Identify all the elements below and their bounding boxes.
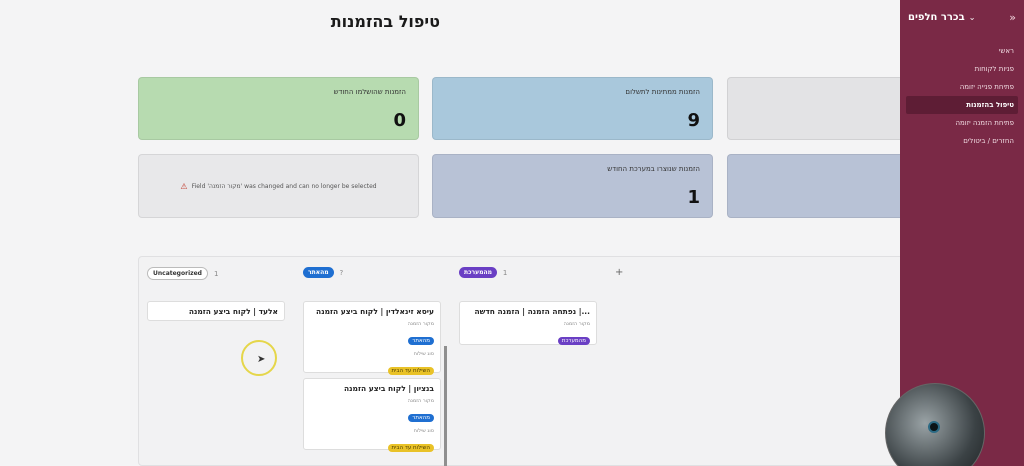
card-tag: מהאתר xyxy=(408,337,434,345)
card-field-label: מקור הזמנה xyxy=(407,398,434,404)
board-scrollbar[interactable] xyxy=(444,346,447,466)
warning-icon: ⚠ xyxy=(180,181,188,191)
stat-value: 9 xyxy=(687,110,700,131)
sidebar-nav: ראשי פניות לקוחות פתיחת פנייה יזומה טיפו… xyxy=(900,42,1024,150)
chevron-down-icon: ⌄ xyxy=(968,12,976,22)
kanban-card[interactable]: אלעד | לקוח ביצע הזמנה xyxy=(147,301,285,321)
card-tag: מהמערכת xyxy=(557,337,590,345)
stat-label: הזמנות שנוצרו במערכת החודש xyxy=(607,165,700,173)
column-pill: Uncategorized xyxy=(147,267,208,280)
card-field-label: סוג שילוח xyxy=(413,351,434,357)
column-header-uncategorized[interactable]: Uncategorized 1 xyxy=(147,267,218,280)
sidebar-item-open-order[interactable]: פתיחת הזמנה יזומה xyxy=(900,114,1024,132)
kanban-card[interactable]: עיסא זינאלדין | לקוח ביצע הזמנה מקור הזמ… xyxy=(303,301,441,375)
kanban-card[interactable]: ...| נפתחה הזמנה | הזמנה חדשה מקור הזמנה… xyxy=(459,301,597,345)
card-title: ...| נפתחה הזמנה | הזמנה חדשה xyxy=(474,307,590,316)
plus-icon: + xyxy=(615,267,624,278)
camera-icon xyxy=(928,421,940,433)
card-title: אלעד | לקוח ביצע הזמנה xyxy=(188,307,278,316)
stat-label: הזמנות שהושלמו החודש xyxy=(333,88,406,96)
card-field-label: מקור הזמנה xyxy=(407,321,434,327)
card-field-label: סוג שילוח xyxy=(413,428,434,434)
card-title: עיסא זינאלדין | לקוח ביצע הזמנה xyxy=(316,307,434,316)
column-count: 1 xyxy=(213,269,219,278)
add-column-button[interactable]: + xyxy=(615,267,623,278)
stat-value: 1 xyxy=(687,187,700,208)
warning-text: Field 'מקור הזמנה' was changed and can n… xyxy=(191,182,377,190)
stat-value: 0 xyxy=(393,110,406,131)
sidebar-item-returns[interactable]: החזרים / ביטולים xyxy=(900,132,1024,150)
stat-label: הזמנות ממתינות לתשלום xyxy=(625,88,700,96)
stat-card-from-system[interactable]: הזמנות שנוצרו במערכת החודש 1 xyxy=(432,154,713,218)
page-title: טיפול בהזמנות xyxy=(330,12,440,31)
column-pill: מהאתר xyxy=(303,267,334,278)
warning-message: ⚠ Field 'מקור הזמנה' was changed and can… xyxy=(180,182,376,191)
workspace-name: בכרר חלפים xyxy=(908,11,965,23)
sidebar-item-home[interactable]: ראשי xyxy=(900,42,1024,60)
sidebar-item-open-request[interactable]: פתיחת פנייה יזומה xyxy=(900,78,1024,96)
sidebar-header: « ⌄ בכרר חלפים xyxy=(900,0,1024,34)
workspace-switcher[interactable]: ⌄ בכרר חלפים xyxy=(908,12,975,23)
card-tag: מהאתר xyxy=(408,414,434,422)
sidebar-item-customer-requests[interactable]: פניות לקוחות xyxy=(900,60,1024,78)
column-pill: מהמערכת xyxy=(459,267,497,278)
card-title: בנציון | לקוח ביצע הזמנה xyxy=(343,384,434,393)
collapse-icon[interactable]: « xyxy=(1009,11,1016,24)
stat-card-warning: ⚠ Field 'מקור הזמנה' was changed and can… xyxy=(138,154,419,218)
mouse-pointer-icon: ➤ xyxy=(257,354,266,365)
card-tag: השילוח עד הבית xyxy=(387,367,434,375)
stat-card-awaiting-payment[interactable]: הזמנות ממתינות לתשלום 9 xyxy=(432,77,713,140)
column-count: ? xyxy=(339,268,344,277)
column-header-site[interactable]: מהאתר ? xyxy=(303,267,343,278)
stat-card-completed[interactable]: הזמנות שהושלמו החודש 0 xyxy=(138,77,419,140)
kanban-card[interactable]: בנציון | לקוח ביצע הזמנה מקור הזמנה מהאת… xyxy=(303,378,441,452)
card-field-label: מקור הזמנה xyxy=(563,321,590,327)
column-header-system[interactable]: מהמערכת 1 xyxy=(459,267,507,278)
card-tag: השילוח עד הבית xyxy=(387,444,434,452)
column-count: 1 xyxy=(502,268,508,277)
sidebar-item-orders[interactable]: טיפול בהזמנות xyxy=(906,96,1018,114)
